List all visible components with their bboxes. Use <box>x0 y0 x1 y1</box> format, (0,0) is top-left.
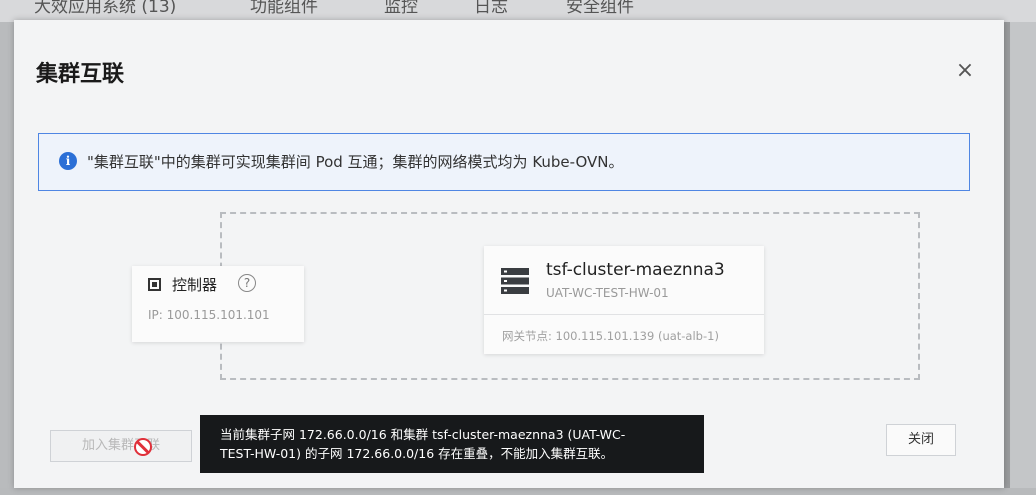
forbidden-icon <box>134 438 152 456</box>
cluster-id: UAT-WC-TEST-HW-01 <box>546 286 669 300</box>
background-right-edge <box>1010 22 1036 495</box>
cluster-name: tsf-cluster-maeznna3 <box>546 260 725 280</box>
controller-icon <box>148 278 161 291</box>
background-tab-security[interactable]: 安全组件 <box>566 0 634 17</box>
dialog-title: 集群互联 <box>36 62 125 87</box>
info-icon: i <box>59 152 77 170</box>
background-tab-bar: 大效应用系统 (13) 功能组件 监控 日志 安全组件 <box>0 0 1036 22</box>
background-tab-apps[interactable]: 大效应用系统 (13) <box>34 0 176 17</box>
join-interconnect-button[interactable]: 加入集群互联 <box>50 430 192 462</box>
controller-label: 控制器 <box>172 276 218 294</box>
background-tab-components[interactable]: 功能组件 <box>250 0 318 17</box>
cluster-card: tsf-cluster-maeznna3 UAT-WC-TEST-HW-01 网… <box>484 246 764 354</box>
tooltip-line-1: 当前集群子网 172.66.0.0/16 和集群 tsf-cluster-mae… <box>220 427 626 442</box>
divider <box>484 314 764 315</box>
close-icon[interactable]: × <box>954 60 976 82</box>
background-bottom-edge <box>0 488 1036 495</box>
gateway-node: 网关节点: 100.115.101.139 (uat-alb-1) <box>502 329 719 343</box>
tooltip-line-2: TEST-HW-01) 的子网 172.66.0.0/16 存在重叠，不能加入集… <box>220 446 614 461</box>
help-icon[interactable]: ? <box>238 274 256 292</box>
background-tab-monitor[interactable]: 监控 <box>384 0 418 17</box>
server-icon <box>501 268 529 294</box>
info-text: "集群互联"中的集群可实现集群间 Pod 互通；集群的网络模式均为 Kube-O… <box>87 153 624 171</box>
info-banner: i "集群互联"中的集群可实现集群间 Pod 互通；集群的网络模式均为 Kube… <box>38 133 970 191</box>
cluster-interconnect-dialog: 集群互联 × i "集群互联"中的集群可实现集群间 Pod 互通；集群的网络模式… <box>14 20 1004 488</box>
controller-card: 控制器 ? IP: 100.115.101.101 <box>132 266 304 342</box>
background-tab-logs[interactable]: 日志 <box>474 0 508 17</box>
subnet-overlap-tooltip: 当前集群子网 172.66.0.0/16 和集群 tsf-cluster-mae… <box>200 415 704 473</box>
controller-ip: IP: 100.115.101.101 <box>148 308 270 322</box>
close-button[interactable]: 关闭 <box>886 424 956 456</box>
